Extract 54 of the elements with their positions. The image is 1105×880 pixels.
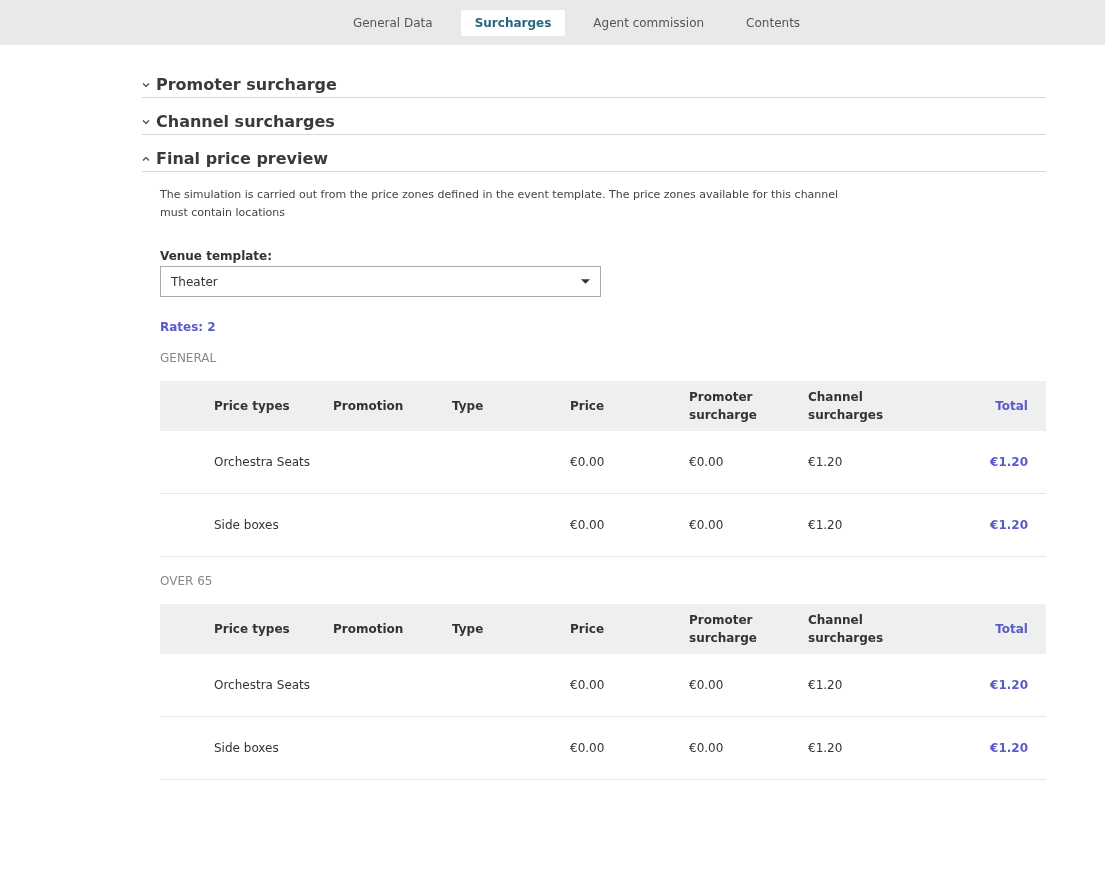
section-title: Channel surcharges	[156, 112, 335, 131]
description-text: The simulation is carried out from the price zones defined in the event template. The price zones available for this channel must contain locations	[160, 187, 840, 221]
column-header: Price types	[214, 621, 291, 638]
tab[interactable]: Surcharges	[460, 9, 566, 36]
table-cell-text: €0.00	[689, 455, 725, 469]
rates-count: Rates: 2	[160, 320, 217, 334]
table-cell-text: €0.00	[570, 518, 606, 532]
chevron-up-icon	[142, 154, 150, 163]
table-cell-text: €0.00	[689, 678, 725, 692]
column-header: Promotion	[333, 621, 405, 638]
column-header: Promoter surcharge	[689, 612, 758, 647]
table-cell-text: €0.00	[689, 518, 725, 532]
group-title: OVER 65	[160, 574, 214, 588]
table-cell-text: Side boxes	[214, 741, 280, 755]
section-title: Promoter surcharge	[156, 75, 337, 94]
table-cell-text: €1.20	[808, 455, 844, 469]
column-header: Channel surcharges	[808, 389, 885, 424]
table-cell-text: €1.20	[989, 518, 1028, 532]
section-header[interactable]: Promoter surcharge	[142, 75, 337, 97]
section-header[interactable]: Channel surcharges	[142, 112, 335, 134]
table-cell-text: €0.00	[689, 741, 725, 755]
group-title: GENERAL	[160, 351, 218, 365]
column-header: Promotion	[333, 398, 405, 415]
table-cell-text: Side boxes	[214, 518, 280, 532]
column-header: Channel surcharges	[808, 612, 885, 647]
column-header: Total	[994, 621, 1028, 638]
chevron-down-icon	[142, 117, 150, 126]
section-title: Final price preview	[156, 149, 329, 168]
tab[interactable]: Contents	[732, 9, 815, 36]
column-header: Type	[452, 621, 485, 638]
table-cell-text: €1.20	[808, 678, 844, 692]
table-cell-text: €1.20	[989, 455, 1028, 469]
table-cell-text: Orchestra Seats	[214, 678, 312, 692]
table-cell-text: €0.00	[570, 455, 606, 469]
table-cell-text: €1.20	[989, 741, 1028, 755]
column-header: Price	[570, 398, 606, 415]
tab[interactable]: General Data	[338, 9, 447, 36]
column-header: Promoter surcharge	[689, 389, 758, 424]
column-header: Type	[452, 398, 485, 415]
column-header: Total	[994, 398, 1028, 415]
table-cell-text: €1.20	[808, 741, 844, 755]
venue-dropdown[interactable]: Theater	[160, 266, 601, 297]
column-header: Price types	[214, 398, 291, 415]
table-cell-text: €1.20	[808, 518, 844, 532]
table-cell-text: Orchestra Seats	[214, 455, 312, 469]
table-cell-text: €1.20	[989, 678, 1028, 692]
tab[interactable]: Agent commission	[579, 9, 719, 36]
column-header: Price	[570, 621, 606, 638]
field-label: Venue template:	[160, 249, 274, 263]
chevron-down-icon	[142, 80, 150, 89]
table-cell-text: €0.00	[570, 741, 606, 755]
table-cell-text: €0.00	[570, 678, 606, 692]
section-header[interactable]: Final price preview	[142, 149, 329, 171]
caret-icon	[581, 279, 590, 284]
